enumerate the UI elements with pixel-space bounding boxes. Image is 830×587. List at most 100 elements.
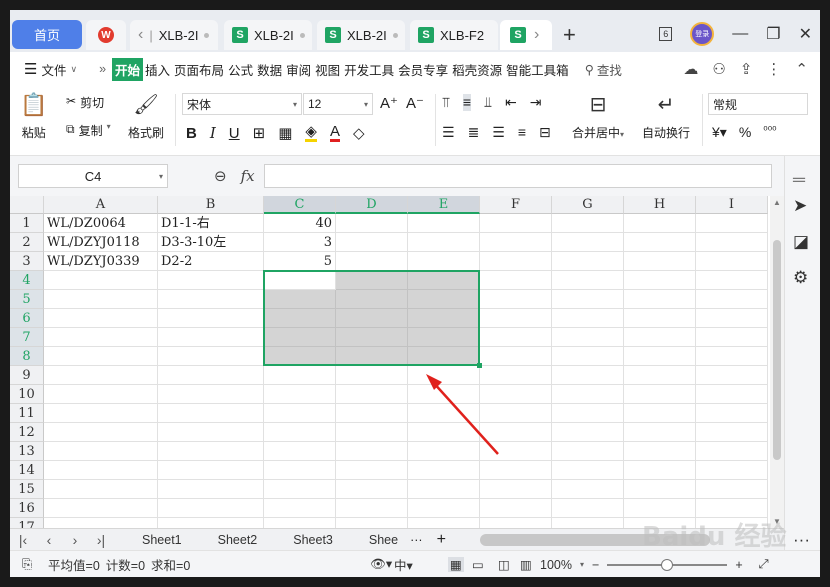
search-box[interactable]: ⚲ 查找 xyxy=(585,60,622,79)
cell-H4[interactable] xyxy=(624,271,696,290)
cell-D1[interactable] xyxy=(336,214,408,233)
cell-E2[interactable] xyxy=(408,233,480,252)
menu-page-layout[interactable]: 页面布局 xyxy=(172,60,226,79)
cell-F17[interactable] xyxy=(480,518,552,528)
format-painter-button[interactable]: 🖌 格式刷 xyxy=(128,92,164,141)
align-middle-icon[interactable]: ≡ xyxy=(462,94,472,111)
cell-A3[interactable]: WL/DZYJ0339 xyxy=(44,252,158,271)
menu-data[interactable]: 数据 xyxy=(255,60,284,79)
cell-F9[interactable] xyxy=(480,366,552,385)
reading-mode-icon[interactable]: ▥ xyxy=(520,557,532,572)
indent-decrease-icon[interactable]: ⇤ xyxy=(505,94,517,111)
cell-D10[interactable] xyxy=(336,385,408,404)
border-icon[interactable]: ⊞ xyxy=(253,124,266,142)
cell-H11[interactable] xyxy=(624,404,696,423)
cell-F13[interactable] xyxy=(480,442,552,461)
cell-D7[interactable] xyxy=(336,328,408,347)
row-header-7[interactable]: 7 xyxy=(10,328,44,347)
cell-F10[interactable] xyxy=(480,385,552,404)
cell-G12[interactable] xyxy=(552,423,624,442)
copy-button[interactable]: ⧉ 复制 ▾ xyxy=(66,122,111,139)
menu-developer[interactable]: 开发工具 xyxy=(342,60,396,79)
cell-E12[interactable] xyxy=(408,423,480,442)
cell-I9[interactable] xyxy=(696,366,768,385)
cell-F1[interactable] xyxy=(480,214,552,233)
indent-increase-icon[interactable]: ⇥ xyxy=(530,94,542,111)
cell-D5[interactable] xyxy=(336,290,408,309)
cell-A10[interactable] xyxy=(44,385,158,404)
cell-H7[interactable] xyxy=(624,328,696,347)
zoom-level[interactable]: 100% xyxy=(540,558,572,572)
cell-C7[interactable] xyxy=(264,328,336,347)
cell-A15[interactable] xyxy=(44,480,158,499)
page-break-view-icon[interactable]: ◫ xyxy=(498,557,510,572)
cell-I10[interactable] xyxy=(696,385,768,404)
increase-font-icon[interactable]: A⁺ xyxy=(380,94,398,112)
font-size-select[interactable]: 12 ▾ xyxy=(303,93,373,115)
justify-icon[interactable]: ≡ xyxy=(518,124,526,141)
cell-C6[interactable] xyxy=(264,309,336,328)
collapse-ribbon-icon[interactable]: ⌃ xyxy=(795,60,808,78)
cell-D9[interactable] xyxy=(336,366,408,385)
column-header-C[interactable]: C xyxy=(264,196,336,214)
column-header-H[interactable]: H xyxy=(624,196,696,214)
row-header-3[interactable]: 3 xyxy=(10,252,44,271)
cell-C10[interactable] xyxy=(264,385,336,404)
cell-C13[interactable] xyxy=(264,442,336,461)
last-sheet-icon[interactable]: ›| xyxy=(88,532,114,548)
minimize-icon[interactable]: — xyxy=(732,25,748,43)
fill-color-icon[interactable]: ◈ xyxy=(305,124,317,142)
tab-doc-3[interactable]: S XLB-2I xyxy=(317,20,405,50)
cell-G17[interactable] xyxy=(552,518,624,528)
cell-H9[interactable] xyxy=(624,366,696,385)
cell-A11[interactable] xyxy=(44,404,158,423)
cell-A16[interactable] xyxy=(44,499,158,518)
row-header-13[interactable]: 13 xyxy=(10,442,44,461)
fill-pattern-icon[interactable]: ▦ xyxy=(278,124,292,142)
fx-icon[interactable]: fx xyxy=(241,167,255,185)
page-layout-view-icon[interactable]: ▭ xyxy=(472,557,484,572)
cell-H13[interactable] xyxy=(624,442,696,461)
cell-G4[interactable] xyxy=(552,271,624,290)
cell-I1[interactable] xyxy=(696,214,768,233)
more-sheets-button[interactable]: ··· xyxy=(410,533,423,547)
tab-home[interactable]: 首页 xyxy=(12,20,82,49)
more-vertical-icon[interactable]: ⋮ xyxy=(766,60,781,78)
next-sheet-icon[interactable]: › xyxy=(62,532,88,548)
menu-insert[interactable]: 插入 xyxy=(143,60,172,79)
cell-B3[interactable]: D2-2 xyxy=(158,252,264,271)
column-header-D[interactable]: D xyxy=(336,196,408,214)
cell-E11[interactable] xyxy=(408,404,480,423)
cell-D15[interactable] xyxy=(336,480,408,499)
cell-D17[interactable] xyxy=(336,518,408,528)
cell-E16[interactable] xyxy=(408,499,480,518)
menu-member[interactable]: 会员专享 xyxy=(396,60,450,79)
collaborate-icon[interactable]: ⚇ xyxy=(712,60,725,78)
cell-H14[interactable] xyxy=(624,461,696,480)
cell-A7[interactable] xyxy=(44,328,158,347)
cell-F12[interactable] xyxy=(480,423,552,442)
column-header-A[interactable]: A xyxy=(44,196,158,214)
cell-E1[interactable] xyxy=(408,214,480,233)
align-left-icon[interactable]: ☰ xyxy=(442,124,455,141)
cell-A4[interactable] xyxy=(44,271,158,290)
row-header-15[interactable]: 15 xyxy=(10,480,44,499)
cell-H15[interactable] xyxy=(624,480,696,499)
scroll-up-icon[interactable]: ▲ xyxy=(773,198,781,207)
cell-D4[interactable] xyxy=(336,271,408,290)
distributed-icon[interactable]: ⊟ xyxy=(539,124,551,141)
name-box[interactable]: C4 ▾ xyxy=(18,164,168,188)
cell-C11[interactable] xyxy=(264,404,336,423)
cell-F14[interactable] xyxy=(480,461,552,480)
cell-H2[interactable] xyxy=(624,233,696,252)
cell-D3[interactable] xyxy=(336,252,408,271)
merge-center-button[interactable]: ⊟ 合并居中▾ xyxy=(572,92,624,141)
cloud-sync-icon[interactable]: ☁ xyxy=(683,60,698,78)
cell-C17[interactable] xyxy=(264,518,336,528)
menu-view[interactable]: 视图 xyxy=(313,60,342,79)
cell-B12[interactable] xyxy=(158,423,264,442)
cell-I11[interactable] xyxy=(696,404,768,423)
cell-I14[interactable] xyxy=(696,461,768,480)
cell-G8[interactable] xyxy=(552,347,624,366)
column-header-G[interactable]: G xyxy=(552,196,624,214)
